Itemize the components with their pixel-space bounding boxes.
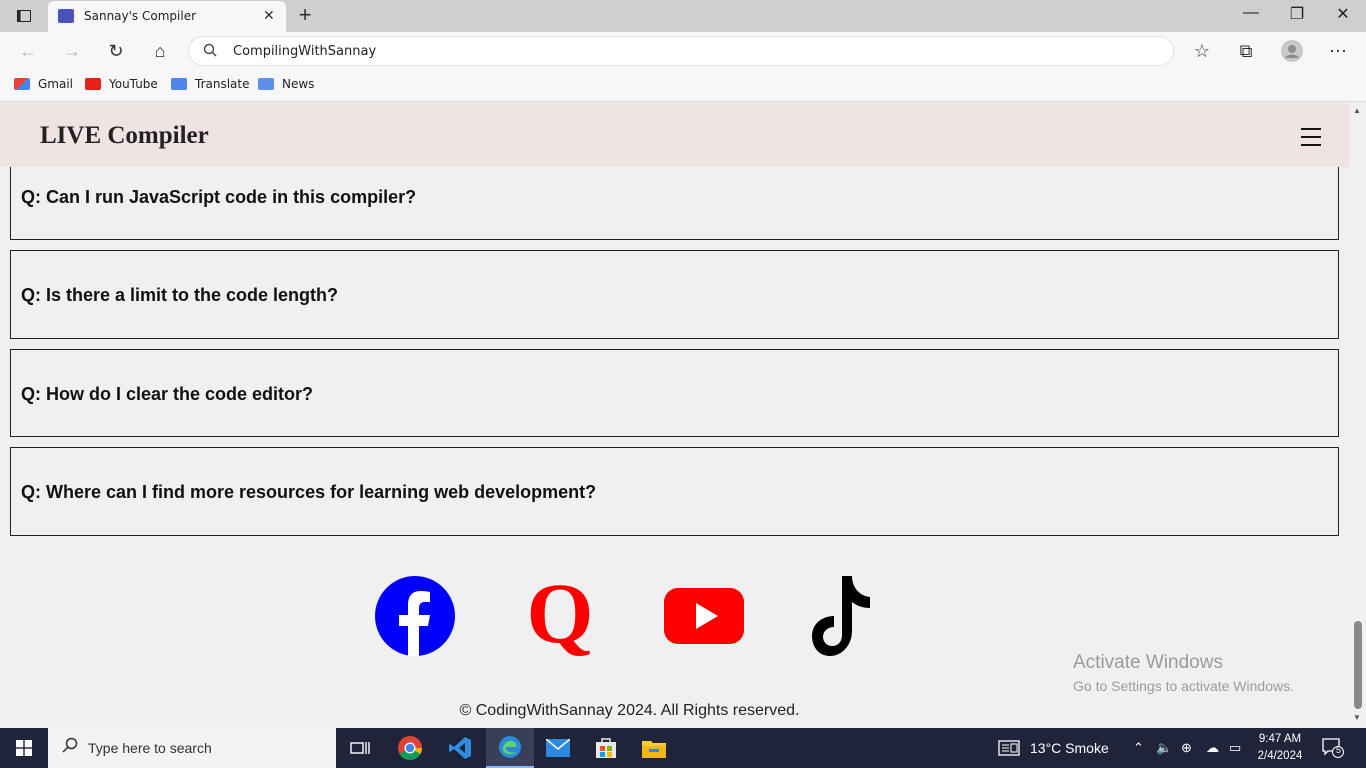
mail-icon[interactable] bbox=[534, 728, 582, 768]
more-options-icon[interactable]: ⋯ bbox=[1326, 40, 1350, 62]
notification-count: 5 bbox=[1336, 745, 1342, 755]
scroll-up-icon[interactable]: ▲ bbox=[1353, 106, 1361, 115]
scroll-down-icon[interactable]: ▼ bbox=[1353, 713, 1361, 722]
faq-question: Q: How do I clear the code editor? bbox=[21, 384, 314, 404]
notifications-icon[interactable]: 5 bbox=[1322, 738, 1344, 758]
bookmark-label: News bbox=[282, 77, 315, 91]
watermark-subtitle: Go to Settings to activate Windows. bbox=[1073, 678, 1294, 694]
profile-avatar[interactable] bbox=[1280, 40, 1304, 67]
faq-item[interactable]: Q: Where can I find more resources for l… bbox=[10, 447, 1339, 536]
refresh-icon[interactable]: ↻ bbox=[104, 40, 128, 62]
weather-icon[interactable] bbox=[998, 740, 1020, 759]
faq-question: Q: Where can I find more resources for l… bbox=[21, 482, 597, 502]
translate-icon bbox=[171, 78, 187, 90]
faq-item[interactable]: Q: Is there a limit to the code length? bbox=[10, 250, 1339, 339]
bookmark-label: Gmail bbox=[38, 77, 74, 91]
bookmark-label: Translate bbox=[195, 77, 250, 91]
new-tab-button[interactable]: + bbox=[294, 3, 316, 27]
taskbar-search-input[interactable]: Type here to search bbox=[48, 728, 336, 768]
collections-icon[interactable]: ⧉ bbox=[1234, 40, 1258, 62]
activate-windows-watermark: Activate Windows Go to Settings to activ… bbox=[1073, 652, 1294, 694]
quora-icon[interactable]: Q bbox=[520, 565, 600, 661]
clock-time: 9:47 AM bbox=[1258, 733, 1302, 745]
bookmark-youtube[interactable]: YouTube bbox=[85, 77, 158, 91]
bookmark-gmail[interactable]: Gmail bbox=[14, 77, 73, 91]
scroll-thumb[interactable] bbox=[1354, 621, 1362, 709]
bookmarks-bar: Gmail YouTube Translate News bbox=[0, 70, 1366, 102]
faq-item[interactable]: Q: How do I clear the code editor? bbox=[10, 349, 1339, 437]
chrome-icon[interactable] bbox=[386, 728, 434, 768]
clock-date: 2/4/2024 bbox=[1257, 750, 1303, 762]
faq-question: Q: Is there a limit to the code length? bbox=[21, 285, 339, 305]
tiktok-icon[interactable] bbox=[808, 576, 888, 656]
windows-taskbar: Type here to search 13°C Smoke ⌃ 🔈 ⊕ ☁ ▭… bbox=[0, 728, 1366, 768]
search-icon bbox=[62, 737, 78, 758]
close-tab-icon[interactable]: ✕ bbox=[263, 7, 275, 24]
close-window-icon[interactable]: ✕ bbox=[1320, 4, 1366, 24]
site-header: LIVE Compiler bbox=[0, 103, 1349, 167]
active-tab[interactable]: Sannay's Compiler ✕ bbox=[48, 1, 286, 32]
svg-text:Q: Q bbox=[527, 576, 594, 658]
facebook-icon[interactable] bbox=[375, 576, 455, 656]
news-icon bbox=[258, 78, 274, 90]
site-title: LIVE Compiler bbox=[40, 122, 209, 149]
windows-start-icon[interactable] bbox=[0, 728, 48, 768]
browser-toolbar: ← → ↻ ⌂ CompilingWithSannay ☆ ⧉ ⋯ bbox=[0, 32, 1366, 70]
restore-icon[interactable]: ❐ bbox=[1274, 4, 1320, 24]
copyright-text: © CodingWithSannay 2024. All Rights rese… bbox=[459, 702, 800, 719]
minimize-icon[interactable]: — bbox=[1228, 4, 1274, 22]
youtube-icon bbox=[85, 78, 101, 90]
file-explorer-icon[interactable] bbox=[630, 728, 678, 768]
edge-icon[interactable] bbox=[486, 728, 534, 768]
search-icon bbox=[203, 43, 217, 60]
volume-icon[interactable]: 🔈 bbox=[1156, 740, 1172, 756]
task-view-icon[interactable] bbox=[336, 728, 384, 768]
bookmark-label: YouTube bbox=[109, 77, 158, 91]
favorites-icon[interactable]: ☆ bbox=[1190, 40, 1214, 62]
faq-question: Q: Can I run JavaScript code in this com… bbox=[21, 187, 417, 207]
chevron-up-icon[interactable]: ⌃ bbox=[1133, 740, 1144, 756]
network-icon[interactable]: ⊕ bbox=[1181, 740, 1192, 756]
social-links: Q bbox=[0, 565, 1349, 661]
tab-actions-button[interactable] bbox=[8, 4, 40, 28]
battery-icon[interactable]: ▭ bbox=[1229, 740, 1241, 756]
hamburger-menu-icon[interactable] bbox=[1301, 128, 1321, 152]
tab-favicon-icon bbox=[58, 9, 74, 23]
vscode-icon[interactable] bbox=[436, 728, 484, 768]
gmail-icon bbox=[14, 78, 30, 90]
address-bar[interactable]: CompilingWithSannay bbox=[188, 36, 1174, 66]
weather-text[interactable]: 13°C Smoke bbox=[1030, 740, 1109, 756]
browser-tab-bar: Sannay's Compiler ✕ + — ❐ ✕ bbox=[0, 0, 1366, 32]
microsoft-store-icon[interactable] bbox=[582, 728, 630, 768]
youtube-icon[interactable] bbox=[664, 576, 744, 656]
taskbar-clock[interactable]: 9:47 AM 2/4/2024 bbox=[1250, 731, 1310, 765]
back-icon[interactable]: ← bbox=[16, 40, 40, 62]
taskbar-search-placeholder: Type here to search bbox=[88, 740, 212, 756]
page-viewport: Q: Can I run JavaScript code in this com… bbox=[0, 103, 1349, 728]
page-scrollbar[interactable]: ▲ ▼ bbox=[1349, 103, 1366, 728]
tab-actions-icon bbox=[17, 10, 31, 22]
onedrive-icon[interactable]: ☁ bbox=[1206, 740, 1219, 756]
tab-title: Sannay's Compiler bbox=[84, 9, 197, 23]
bookmark-news[interactable]: News bbox=[258, 77, 314, 91]
watermark-title: Activate Windows bbox=[1073, 652, 1223, 673]
forward-icon[interactable]: → bbox=[60, 40, 84, 62]
home-icon[interactable]: ⌂ bbox=[148, 40, 172, 62]
address-text: CompilingWithSannay bbox=[233, 44, 377, 59]
bookmark-translate[interactable]: Translate bbox=[171, 77, 250, 91]
